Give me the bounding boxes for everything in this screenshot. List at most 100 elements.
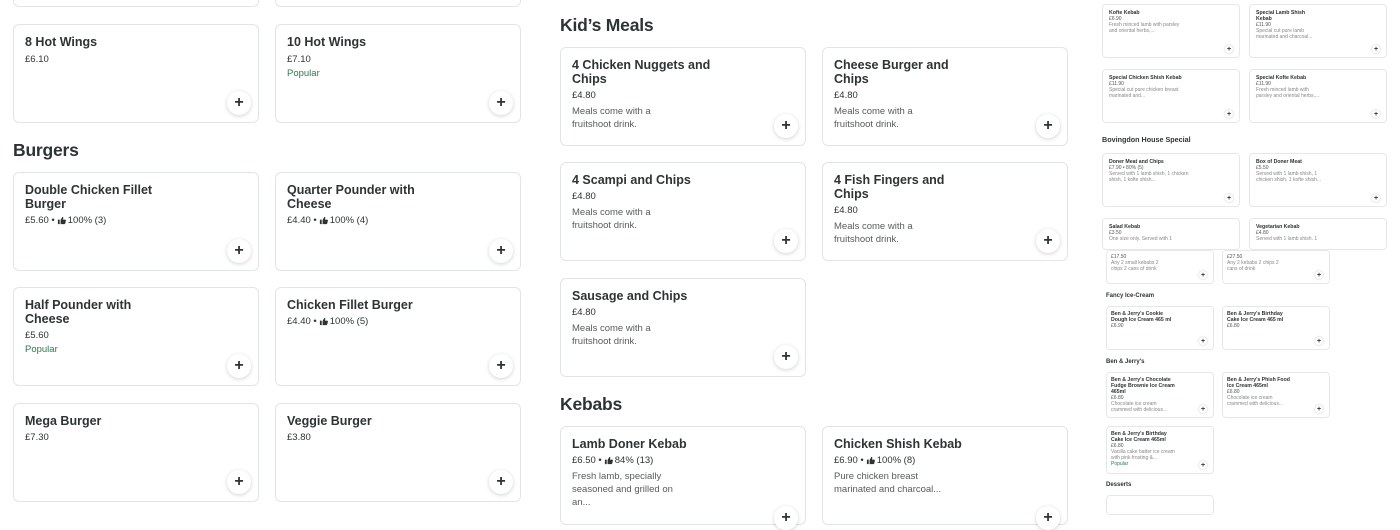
mini-item-title: Ben & Jerry's Birthday Cake Ice Cream 46…	[1227, 311, 1284, 323]
item-price-rating: £4.40 • 100% (4)	[287, 215, 368, 226]
menu-item-card[interactable]: Quarter Pounder with Cheese £4.40 • 100%…	[275, 172, 521, 271]
menu-item-card[interactable]: Lamb Doner Kebab £6.50 • 84% (13) Fresh …	[560, 426, 806, 530]
add-item-button[interactable]: +	[1372, 110, 1380, 118]
menu-item-card[interactable]: Chicken Fillet Burger £4.40 • 100% (5) +	[275, 287, 521, 386]
menu-item-card[interactable]: 8 Hot Wings £6.10 +	[13, 24, 259, 123]
mini-item-price: £6.80	[1227, 323, 1240, 329]
add-item-button[interactable]: +	[1036, 506, 1060, 530]
mini-menu-item[interactable]: Special Lamb Shish Kebab £11.90 Special …	[1249, 4, 1387, 58]
item-description: Meals come with a fruitshoot drink.	[572, 207, 651, 231]
menu-item-card[interactable]: 10 Hot Wings £7.10 Popular +	[275, 24, 521, 123]
item-description: Meals come with a fruitshoot drink.	[572, 106, 651, 130]
add-item-button[interactable]: +	[489, 354, 513, 378]
add-item-button[interactable]: +	[1036, 229, 1060, 253]
item-price: £5.60	[25, 330, 49, 341]
plus-icon: +	[781, 348, 791, 365]
add-item-button[interactable]: +	[1372, 45, 1380, 53]
menu-item-card[interactable]: 4 Fish Fingers and Chips £4.80 Meals com…	[822, 162, 1068, 261]
add-item-button[interactable]: +	[1225, 45, 1233, 53]
add-item-button[interactable]: +	[774, 506, 798, 530]
mini-item-description: Special cut pure chicken breast marinate…	[1109, 87, 1179, 99]
section-heading-kids-meals: Kid’s Meals	[560, 15, 654, 35]
menu-item-card[interactable]: Half Pounder with Cheese £5.60 Popular +	[13, 287, 259, 386]
plus-icon: +	[496, 357, 506, 374]
menu-item-card[interactable]: Double Chicken Fillet Burger £5.60 • 100…	[13, 172, 259, 271]
item-title: Lamb Doner Kebab	[572, 437, 687, 451]
add-item-button[interactable]: +	[489, 470, 513, 494]
item-rating: 100% (3)	[67, 215, 107, 226]
mini-menu-item-partial[interactable]	[1106, 495, 1214, 515]
menu-item-card[interactable]: Sausage and Chips £4.80 Meals come with …	[560, 278, 806, 377]
item-rating: 100% (4)	[329, 215, 369, 226]
mini-menu-item[interactable]: £27.50 Any 2 kebabs 2 chips 2 cans of dr…	[1222, 250, 1330, 284]
thumbs-up-icon	[57, 216, 66, 225]
menu-item-card[interactable]: Veggie Burger £3.80 +	[275, 403, 521, 502]
item-price: £3.80	[287, 432, 311, 443]
mini-menu-item[interactable]: Salad Kebab £3.50 One size only. Served …	[1102, 218, 1240, 250]
add-item-button[interactable]: +	[1225, 194, 1233, 202]
add-item-button[interactable]: +	[1315, 271, 1323, 279]
item-price: £4.40 •	[287, 215, 317, 226]
add-item-button[interactable]: +	[1199, 271, 1207, 279]
add-item-button[interactable]: +	[1372, 194, 1380, 202]
thumbs-up-icon	[866, 456, 875, 465]
mini-menu-item[interactable]: Ben & Jerry's Cookie Dough Ice Cream 465…	[1106, 306, 1214, 350]
mini-section-heading: Ben & Jerry's	[1106, 359, 1145, 365]
plus-icon: +	[1200, 405, 1206, 413]
add-item-button[interactable]: +	[774, 229, 798, 253]
mini-item-description: One size only. Served with 1	[1109, 236, 1172, 242]
mini-menu-item[interactable]: Special Chicken Shish Kebab £11.90 Speci…	[1102, 69, 1240, 123]
add-item-button[interactable]: +	[227, 354, 251, 378]
add-item-button[interactable]: +	[1225, 110, 1233, 118]
plus-icon: +	[1226, 45, 1232, 53]
plus-icon: +	[496, 242, 506, 259]
item-title: Mega Burger	[25, 414, 102, 428]
menu-item-card[interactable]: Mega Burger £7.30 +	[13, 403, 259, 502]
item-price: £7.10	[287, 54, 311, 65]
mini-item-description: Fresh minced lamb with parsley and orien…	[1256, 87, 1320, 99]
add-item-button[interactable]: +	[489, 239, 513, 263]
item-title: 4 Fish Fingers and Chips	[834, 173, 945, 201]
section-heading-burgers: Burgers	[13, 140, 79, 160]
mini-item-description: Chocolate ice cream crammed with delicio…	[1227, 395, 1284, 407]
menu-item-card-partial[interactable]	[13, 0, 259, 7]
mini-item-description: Fresh minced lamb with parsley and orien…	[1109, 22, 1180, 34]
item-price: £4.80	[834, 205, 858, 216]
menu-item-card[interactable]: 4 Scampi and Chips £4.80 Meals come with…	[560, 162, 806, 261]
item-price-rating: £5.60 • 100% (3)	[25, 215, 106, 226]
plus-icon: +	[1373, 110, 1379, 118]
add-item-button[interactable]: +	[1199, 461, 1207, 469]
mini-menu-item[interactable]: £17.50 Any 2 small kebabs 2 chips 2 cans…	[1106, 250, 1214, 284]
menu-item-card-partial[interactable]	[275, 0, 521, 7]
plus-icon: +	[1226, 194, 1232, 202]
add-item-button[interactable]: +	[1199, 405, 1207, 413]
add-item-button[interactable]: +	[227, 470, 251, 494]
menu-item-card[interactable]: 4 Chicken Nuggets and Chips £4.80 Meals …	[560, 47, 806, 146]
mini-item-description: Chocolate ice cream crammed with delicio…	[1111, 401, 1168, 413]
mini-menu-item[interactable]: Ben & Jerry's Birthday Cake Ice Cream 46…	[1222, 306, 1330, 350]
plus-icon: +	[234, 357, 244, 374]
mini-menu-item[interactable]: Ben & Jerry's Phish Food Ice Cream 465ml…	[1222, 372, 1330, 418]
item-title: 10 Hot Wings	[287, 35, 367, 49]
mini-menu-item[interactable]: Special Kofte Kebab £11.90 Fresh minced …	[1249, 69, 1387, 123]
add-item-button[interactable]: +	[1036, 114, 1060, 138]
add-item-button[interactable]: +	[1315, 337, 1323, 345]
mini-menu-item[interactable]: Ben & Jerry's Chocolate Fudge Brownie Ic…	[1106, 372, 1214, 418]
mini-menu-item[interactable]: Doner Meat and Chips £7.90 • 80% (5) Ser…	[1102, 153, 1240, 207]
item-price: £7.30	[25, 432, 49, 443]
mini-menu-item[interactable]: Ben & Jerry's Birthday Cake Ice Cream 46…	[1106, 426, 1214, 474]
add-item-button[interactable]: +	[774, 345, 798, 369]
add-item-button[interactable]: +	[489, 91, 513, 115]
item-title: Sausage and Chips	[572, 289, 688, 303]
add-item-button[interactable]: +	[774, 114, 798, 138]
add-item-button[interactable]: +	[227, 91, 251, 115]
add-item-button[interactable]: +	[227, 239, 251, 263]
plus-icon: +	[781, 117, 791, 134]
add-item-button[interactable]: +	[1199, 337, 1207, 345]
menu-item-card[interactable]: Chicken Shish Kebab £6.90 • 100% (8) Pur…	[822, 426, 1068, 530]
mini-menu-item[interactable]: Vegetarian Kebab £4.80 Served with 1 lam…	[1249, 218, 1387, 250]
mini-menu-item[interactable]: Box of Doner Meat £5.50 Served with 1 la…	[1249, 153, 1387, 207]
add-item-button[interactable]: +	[1315, 405, 1323, 413]
mini-menu-item[interactable]: Kofte Kebab £6.90 Fresh minced lamb with…	[1102, 4, 1240, 58]
menu-item-card[interactable]: Cheese Burger and Chips £4.80 Meals come…	[822, 47, 1068, 146]
